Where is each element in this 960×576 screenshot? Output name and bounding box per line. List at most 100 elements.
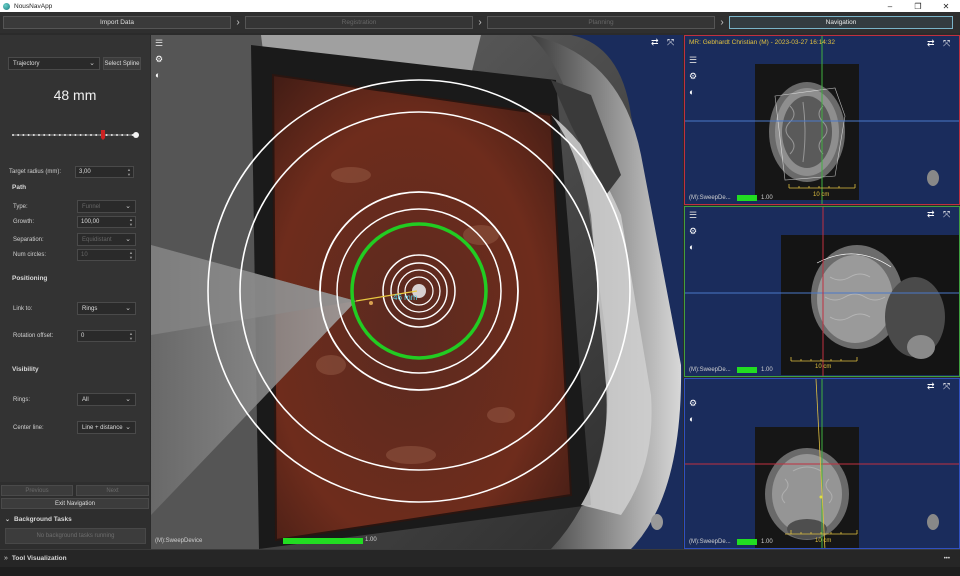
background-tasks-header[interactable]: ⌄ Background Tasks xyxy=(5,516,72,523)
workflow-step-navigation[interactable]: Navigation xyxy=(729,16,953,29)
distance-readout: 48 mm xyxy=(53,87,97,103)
background-tasks-heading: Background Tasks xyxy=(14,516,72,523)
menu-icon[interactable]: ☰ xyxy=(155,39,163,48)
menu-icon[interactable]: ☰ xyxy=(689,56,697,65)
separation-select[interactable]: Equidistant ⌄ xyxy=(77,233,136,246)
workflow-step-import[interactable]: Import Data xyxy=(3,16,231,29)
target-radius-value: 3,00 xyxy=(79,169,91,175)
axial-slice xyxy=(685,36,959,204)
maximize-view-icon[interactable]: ⤧ xyxy=(667,38,674,47)
distance-slider[interactable] xyxy=(10,129,140,141)
main-quality-bar xyxy=(283,538,363,544)
tool-visualization-bar[interactable]: » Tool Visualization ••• xyxy=(0,549,960,567)
tool-visualization-label: Tool Visualization xyxy=(11,555,67,562)
menu-icon[interactable]: ☰ xyxy=(689,211,697,220)
brightness-icon[interactable]: ◐ xyxy=(155,71,160,80)
num-circles-value: 10 xyxy=(81,252,88,258)
growth-label: Growth: xyxy=(13,219,35,225)
exit-navigation-button[interactable]: Exit Navigation xyxy=(1,498,149,509)
brightness-icon[interactable]: ◐ xyxy=(689,243,694,252)
coronal-quality-bar xyxy=(737,539,757,545)
previous-button[interactable]: Previous xyxy=(1,485,73,496)
chevron-down-icon: ⌄ xyxy=(125,203,131,210)
slider-tick xyxy=(43,134,46,136)
chevron-down-icon: ⌄ xyxy=(125,424,131,431)
maximize-view-icon[interactable]: ⤧ xyxy=(943,210,950,219)
num-circles-field[interactable]: 10 ▲ ▼ xyxy=(77,249,136,261)
target-radius-field[interactable]: 3,00 ▲ ▼ xyxy=(75,166,134,178)
swap-icon[interactable]: ⇄ xyxy=(927,382,935,391)
brightness-icon[interactable]: ◐ xyxy=(689,88,694,97)
sagittal-slice xyxy=(685,207,959,376)
slider-tick xyxy=(38,134,40,136)
num-circles-label: Num circles: xyxy=(13,252,47,258)
trajectory-distance-label: 46 mm xyxy=(393,293,418,302)
maximize-view-icon[interactable]: ⤧ xyxy=(943,39,950,48)
visibility-heading: Visibility xyxy=(12,366,39,373)
swap-icon[interactable]: ⇄ xyxy=(651,38,659,47)
main-3d-view[interactable]: 46 mm ☰ ⚙ ◐ ⇄ ⤧ (M):SweepDevice 1.00 xyxy=(151,35,683,549)
axial-quality-value: 1.00 xyxy=(761,195,773,201)
chevron-down-icon: ⌄ xyxy=(5,517,11,523)
maximize-view-icon[interactable]: ⤧ xyxy=(943,382,950,391)
rotation-offset-label: Rotation offset: xyxy=(13,333,54,339)
brightness-icon[interactable]: ◐ xyxy=(689,415,694,424)
gear-icon[interactable]: ⚙ xyxy=(155,55,163,64)
window-title: NousNavApp xyxy=(14,2,53,10)
title-bar: NousNavApp – ❐ ✕ xyxy=(0,0,960,12)
main-device-label: (M):SweepDevice xyxy=(155,538,203,544)
spin-arrows-icon: ▲ ▼ xyxy=(129,217,133,227)
growth-value: 100,00 xyxy=(81,219,100,225)
gear-icon[interactable]: ⚙ xyxy=(689,399,697,408)
workflow-step-planning[interactable]: Planning xyxy=(487,16,715,29)
center-line-select-value: Line + distance xyxy=(82,424,123,431)
minimize-icon[interactable]: – xyxy=(876,0,904,12)
link-to-select[interactable]: Rings ⌄ xyxy=(77,302,136,315)
separation-select-value: Equidistant xyxy=(82,236,112,243)
rings-select[interactable]: All ⌄ xyxy=(77,393,136,406)
axial-device-label: (M):SweepDe... xyxy=(689,195,731,201)
close-icon[interactable]: ✕ xyxy=(932,0,960,12)
axial-scale-label: 10 cm xyxy=(813,192,830,198)
coronal-view[interactable]: ⇄ ⤧ ⚙ ◐ 10 cm (M):SweepDe... 1.00 xyxy=(684,378,960,549)
swap-icon[interactable]: ⇄ xyxy=(927,39,935,48)
more-options-icon[interactable]: ••• xyxy=(944,556,950,562)
link-to-label: Link to: xyxy=(13,305,33,312)
app-window: NousNavApp – ❐ ✕ Import Data › Registrat… xyxy=(0,0,960,576)
path-heading: Path xyxy=(12,184,27,191)
chevron-down-icon: ⌄ xyxy=(89,60,95,67)
chevron-down-icon: ⌄ xyxy=(125,305,131,312)
slider-tick xyxy=(110,134,113,136)
sagittal-view[interactable]: ☰ ⚙ ◐ ⇄ ⤧ 10 cm (M):SweepDe... 1.00 xyxy=(684,206,960,377)
next-button[interactable]: Next xyxy=(76,485,149,496)
axial-quality-bar xyxy=(737,195,757,201)
target-radius-label: Target radius (mm): xyxy=(9,169,62,175)
workflow-step-registration[interactable]: Registration xyxy=(245,16,473,29)
slider-tick xyxy=(22,134,25,136)
slider-tick xyxy=(48,134,51,136)
chevron-right-icon: » xyxy=(4,555,8,562)
swap-icon[interactable]: ⇄ xyxy=(927,210,935,219)
background-tasks-status: No background tasks running xyxy=(5,528,146,544)
axial-view[interactable]: MR: Gebhardt Christian (M) - 2023-03-27 … xyxy=(684,35,960,205)
main-quality-value: 1.00 xyxy=(365,537,377,543)
coronal-slice xyxy=(685,379,959,548)
gear-icon[interactable]: ⚙ xyxy=(689,227,697,236)
3d-scene xyxy=(151,35,682,549)
slider-tick xyxy=(64,134,66,136)
coronal-quality-value: 1.00 xyxy=(761,539,773,545)
slider-tick xyxy=(58,134,61,136)
gear-icon[interactable]: ⚙ xyxy=(689,72,697,81)
mode-select[interactable]: Trajectory ⌄ xyxy=(8,57,100,70)
mode-select-value: Trajectory xyxy=(13,60,40,67)
slider-tick xyxy=(69,134,72,136)
growth-field[interactable]: 100,00 ▲ ▼ xyxy=(77,216,136,228)
maximize-icon[interactable]: ❐ xyxy=(904,0,932,12)
slider-tick xyxy=(12,134,14,136)
select-spline-button[interactable]: Select Spline xyxy=(103,57,141,70)
rings-select-value: All xyxy=(82,396,89,403)
type-select-value: Funnel xyxy=(82,203,101,210)
rotation-offset-field[interactable]: 0 ▲ ▼ xyxy=(77,330,136,342)
type-select[interactable]: Funnel ⌄ xyxy=(77,200,136,213)
center-line-select[interactable]: Line + distance ⌄ xyxy=(77,421,136,434)
